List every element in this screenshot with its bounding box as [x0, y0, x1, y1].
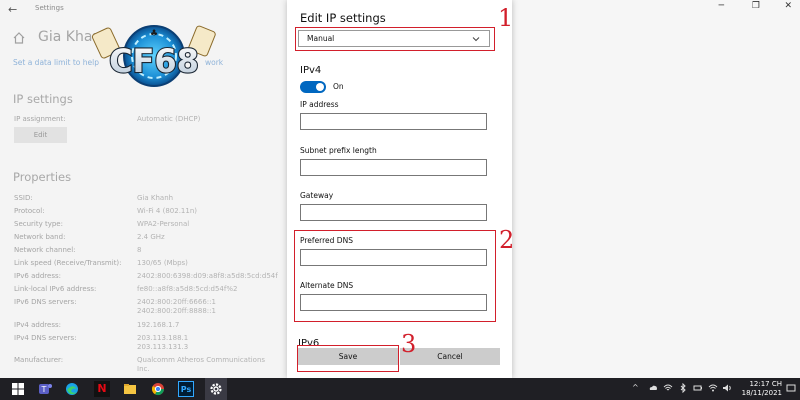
notifications-icon[interactable]	[786, 383, 796, 393]
prop-key: IPv4 DNS servers:	[14, 334, 77, 342]
close-icon[interactable]: ✕	[784, 1, 792, 11]
prop-key: IPv4 address:	[14, 321, 61, 329]
annotation-box-3	[297, 345, 399, 372]
prop-value: 203.113.131.3	[137, 343, 189, 351]
ip-address-label: IP address	[300, 100, 339, 109]
properties-heading: Properties	[13, 170, 72, 184]
cf68-logo: ♣ CF68	[91, 25, 216, 87]
battery-icon[interactable]	[693, 383, 703, 393]
cloud-icon[interactable]	[648, 383, 658, 393]
edge-icon[interactable]	[64, 381, 80, 397]
prop-value: 2402:800:20ff:8888::1	[137, 307, 216, 315]
prop-value: 2.4 GHz	[137, 233, 165, 241]
taskbar: T N Ps ^ 12:17 CH 18/11/2021	[0, 378, 800, 400]
gateway-input[interactable]	[300, 204, 487, 221]
prop-value: 2402:800:6398:d09:a8f8:a5d8:5cd:d54f	[137, 272, 278, 280]
prop-key: Network band:	[14, 233, 66, 241]
teams-icon[interactable]: T	[37, 381, 53, 397]
prop-value: 192.168.1.7	[137, 321, 180, 329]
ip-assignment-label: IP assignment:	[14, 115, 66, 123]
window-controls: ─ ❐ ✕	[680, 0, 800, 16]
logo-text: CF68	[109, 42, 199, 80]
minimize-icon[interactable]: ─	[719, 1, 724, 11]
svg-text:T: T	[41, 385, 47, 394]
prop-value: 130/65 (Mbps)	[137, 259, 188, 267]
annotation-number-3: 3	[401, 330, 417, 358]
clock-time: 12:17 CH	[749, 380, 782, 388]
clock[interactable]: 12:17 CH 18/11/2021	[742, 380, 782, 398]
prop-key: Security type:	[14, 220, 63, 228]
annotation-number-2: 2	[499, 226, 515, 254]
settings-icon[interactable]	[208, 381, 224, 397]
prop-key: Link-local IPv6 address:	[14, 285, 97, 293]
wifi-icon[interactable]	[708, 383, 718, 393]
prop-value: Gia Khanh	[137, 194, 174, 202]
prop-value: Wi-Fi 4 (802.11n)	[137, 207, 197, 215]
restore-icon[interactable]: ❐	[752, 1, 760, 11]
svg-text:♣: ♣	[150, 29, 158, 39]
ip-address-input[interactable]	[300, 113, 487, 130]
bluetooth-icon[interactable]	[678, 383, 688, 393]
ipv4-toggle[interactable]	[300, 81, 326, 93]
volume-icon[interactable]	[722, 383, 732, 393]
subnet-prefix-input[interactable]	[300, 159, 487, 176]
prop-key: Manufacturer:	[14, 356, 64, 364]
prop-key: IPv6 DNS servers:	[14, 298, 77, 306]
prop-key: SSID:	[14, 194, 33, 202]
ip-settings-heading: IP settings	[13, 92, 73, 106]
annotation-box-2	[294, 230, 496, 322]
prop-value: 2402:800:20ff:6666::1	[137, 298, 216, 306]
prop-key: Protocol:	[14, 207, 45, 215]
prop-value: WPA2-Personal	[137, 220, 190, 228]
ip-assignment-value: Automatic (DHCP)	[137, 115, 201, 123]
netflix-icon[interactable]: N	[94, 381, 110, 397]
prop-value: Inc.	[137, 365, 150, 373]
chrome-icon[interactable]	[150, 381, 166, 397]
home-icon[interactable]	[12, 31, 26, 45]
photoshop-icon[interactable]: Ps	[178, 381, 194, 397]
prop-value: fe80::a8f8:a5d8:5cd:d54f%2	[137, 285, 238, 293]
app-title: Settings	[35, 4, 64, 12]
annotation-number-1: 1	[498, 4, 514, 32]
prop-key: Network channel:	[14, 246, 76, 254]
dialog-title: Edit IP settings	[300, 11, 386, 25]
prop-value: 203.113.188.1	[137, 334, 189, 342]
toggle-knob	[316, 83, 324, 91]
file-explorer-icon[interactable]	[122, 381, 138, 397]
windows-icon[interactable]	[10, 381, 26, 397]
screen: ← Settings Gia Khanh Set a data limit to…	[0, 0, 800, 400]
annotation-box-1	[295, 27, 495, 51]
back-arrow-icon[interactable]: ←	[8, 3, 17, 16]
edit-ip-button[interactable]: Edit	[14, 127, 67, 143]
prop-value: 8	[137, 246, 142, 254]
network-tray-icon[interactable]	[663, 383, 673, 393]
clock-date: 18/11/2021	[741, 389, 782, 397]
prop-key: Link speed (Receive/Transmit):	[14, 259, 122, 267]
ipv4-heading: IPv4	[300, 65, 322, 76]
title-bar: ← Settings	[0, 0, 284, 18]
prop-value: Qualcomm Atheros Communications	[137, 356, 266, 364]
tray-chevron-icon[interactable]: ^	[632, 383, 639, 392]
prop-key: IPv6 address:	[14, 272, 61, 280]
subnet-prefix-label: Subnet prefix length	[300, 146, 377, 155]
ipv4-toggle-label: On	[333, 82, 344, 91]
gateway-label: Gateway	[300, 191, 334, 200]
